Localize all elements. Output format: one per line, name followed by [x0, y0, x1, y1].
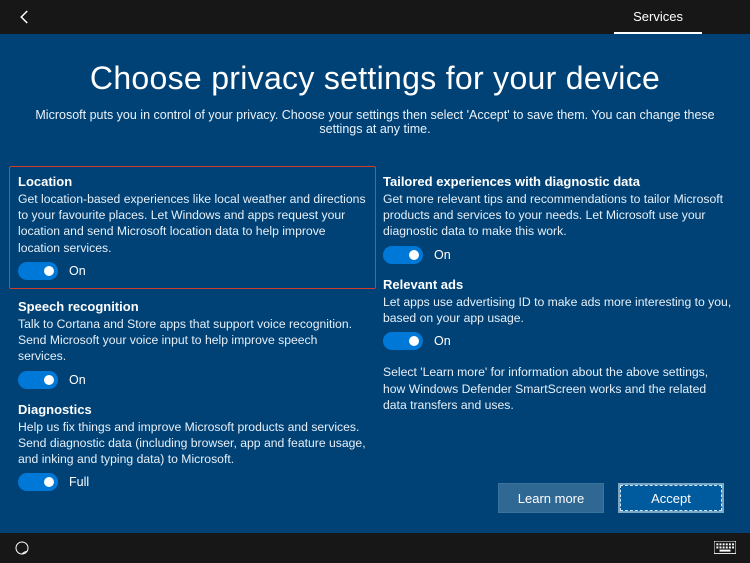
ads-toggle[interactable] [383, 332, 423, 350]
setting-tailored: Tailored experiences with diagnostic dat… [383, 174, 732, 264]
back-button[interactable] [16, 8, 34, 26]
main-content: Choose privacy settings for your device … [0, 34, 750, 533]
arrow-left-icon [16, 8, 34, 26]
button-row: Learn more Accept [498, 483, 724, 513]
setting-title: Tailored experiences with diagnostic dat… [383, 174, 732, 189]
right-column: Tailored experiences with diagnostic dat… [383, 174, 732, 504]
setting-ads: Relevant ads Let apps use advertising ID… [383, 277, 732, 350]
toggle-state-label: On [69, 264, 86, 278]
toggle-state-label: On [69, 373, 86, 387]
setting-desc: Get more relevant tips and recommendatio… [383, 191, 732, 240]
accept-button[interactable]: Accept [618, 483, 724, 513]
setting-desc: Help us fix things and improve Microsoft… [18, 419, 367, 468]
setting-desc: Talk to Cortana and Store apps that supp… [18, 316, 367, 365]
toggle-row: On [383, 246, 732, 264]
setting-desc: Get location-based experiences like loca… [18, 191, 367, 256]
toggle-state-label: On [434, 334, 451, 348]
tab-label: Services [633, 9, 683, 24]
setting-desc: Let apps use advertising ID to make ads … [383, 294, 732, 326]
settings-grid: Location Get location-based experiences … [18, 174, 732, 504]
setting-speech: Speech recognition Talk to Cortana and S… [18, 299, 367, 389]
button-label: Accept [651, 491, 691, 506]
diagnostics-toggle[interactable] [18, 473, 58, 491]
location-toggle[interactable] [18, 262, 58, 280]
toggle-row: On [383, 332, 732, 350]
setting-title: Relevant ads [383, 277, 732, 292]
setting-title: Diagnostics [18, 402, 367, 417]
setting-title: Location [18, 174, 367, 189]
on-screen-keyboard-button[interactable] [714, 541, 736, 555]
page-title: Choose privacy settings for your device [18, 60, 732, 97]
speech-toggle[interactable] [18, 371, 58, 389]
page-subtitle: Microsoft puts you in control of your pr… [18, 108, 732, 136]
tab-services[interactable]: Services [614, 0, 702, 34]
title-bar: Services [0, 0, 750, 34]
keyboard-icon [714, 541, 736, 554]
toggle-row: On [18, 262, 367, 280]
toggle-row: Full [18, 473, 367, 491]
toggle-row: On [18, 371, 367, 389]
bottom-bar [0, 533, 750, 563]
learn-more-button[interactable]: Learn more [498, 483, 604, 513]
left-column: Location Get location-based experiences … [18, 174, 367, 504]
tailored-toggle[interactable] [383, 246, 423, 264]
button-label: Learn more [518, 491, 584, 506]
setting-location: Location Get location-based experiences … [9, 166, 376, 289]
ease-of-access-icon [14, 540, 30, 556]
toggle-state-label: On [434, 248, 451, 262]
learn-more-info: Select 'Learn more' for information abou… [383, 364, 732, 413]
setting-title: Speech recognition [18, 299, 367, 314]
toggle-state-label: Full [69, 475, 89, 489]
ease-of-access-button[interactable] [14, 540, 30, 556]
setting-diagnostics: Diagnostics Help us fix things and impro… [18, 402, 367, 492]
